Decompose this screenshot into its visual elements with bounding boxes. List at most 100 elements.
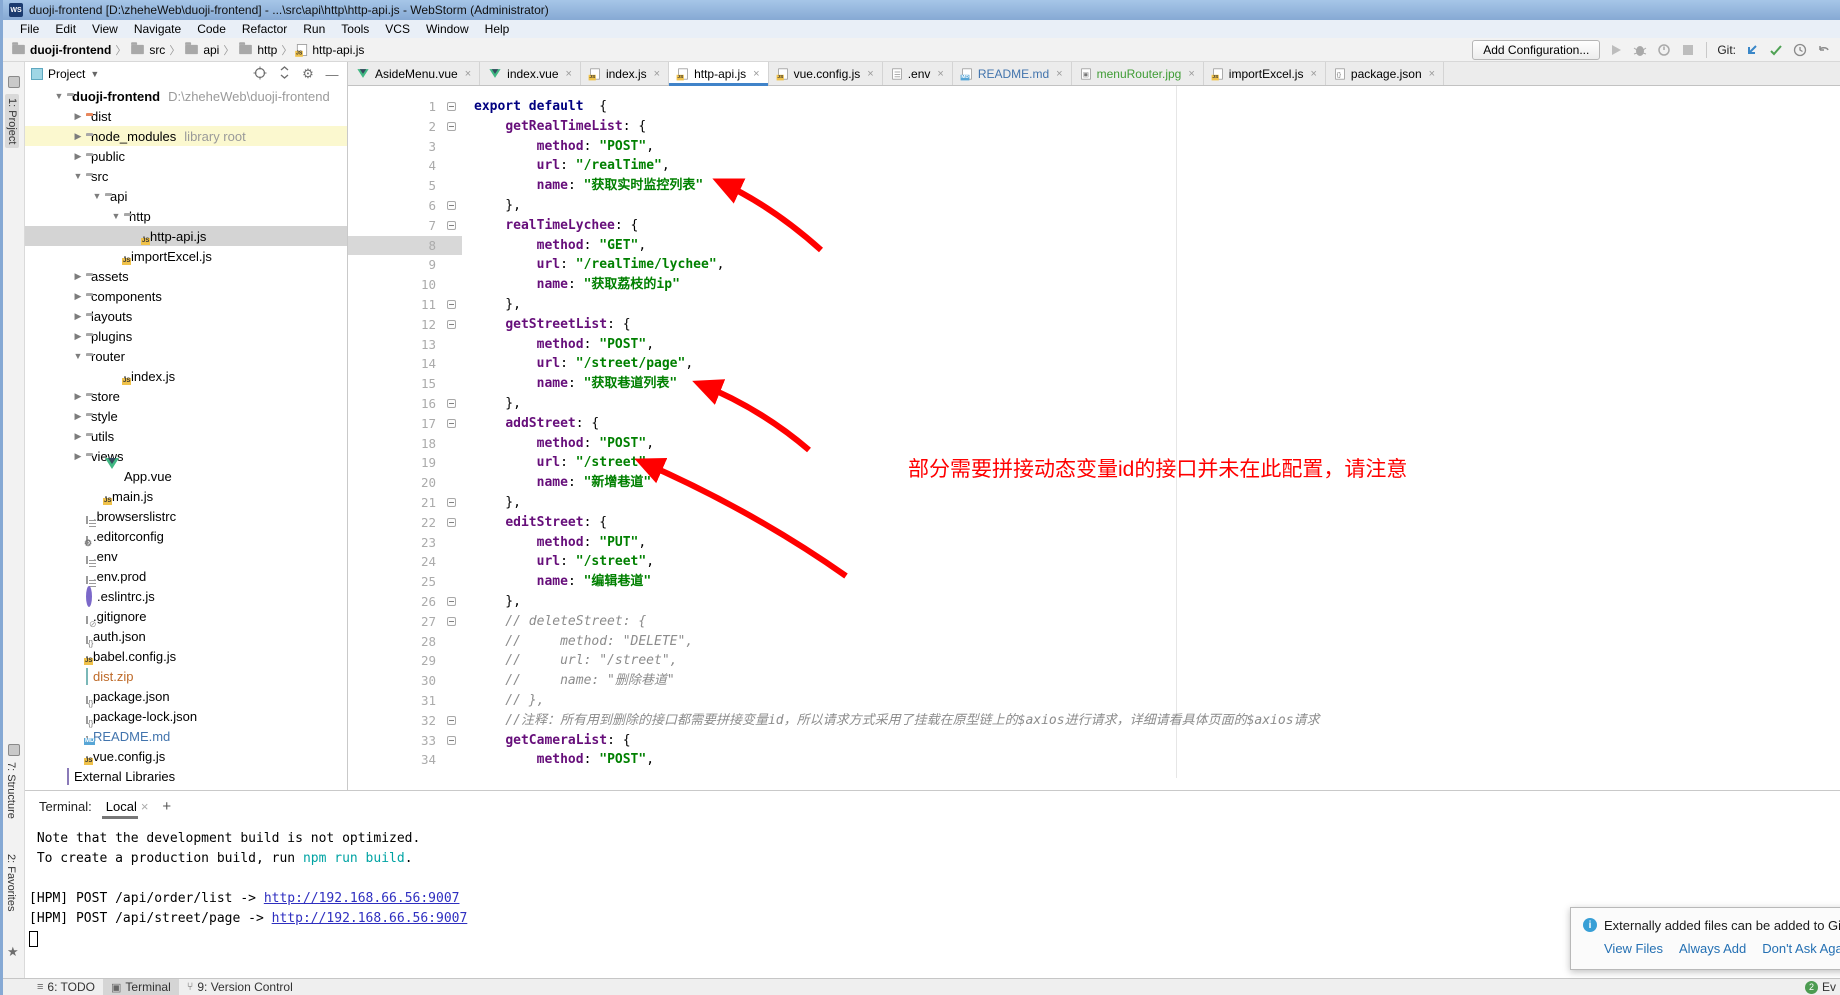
fold-marker-icon[interactable] <box>447 419 456 428</box>
tree-item-views[interactable]: ▶views <box>25 446 347 466</box>
close-tab-icon[interactable]: × <box>1310 68 1316 80</box>
menu-item-navigate[interactable]: Navigate <box>127 21 188 37</box>
event-log-label[interactable]: Ev <box>1822 980 1836 994</box>
statusbar-item-terminal[interactable]: ▣Terminal <box>103 979 179 995</box>
chevron-collapsed-icon[interactable]: ▶ <box>70 291 86 302</box>
editor-tab-README.md[interactable]: MDREADME.md× <box>953 62 1072 85</box>
chevron-expanded-icon[interactable]: ▼ <box>51 91 67 101</box>
tree-item-node_modules[interactable]: ▶node_moduleslibrary root <box>25 126 347 146</box>
fold-marker-icon[interactable] <box>447 498 456 507</box>
notification-action-always-add[interactable]: Always Add <box>1679 941 1746 956</box>
chevron-collapsed-icon[interactable]: ▶ <box>70 411 86 422</box>
menu-item-tools[interactable]: Tools <box>334 21 376 37</box>
tree-item-utils[interactable]: ▶utils <box>25 426 347 446</box>
tree-item-auth.json[interactable]: {}auth.json <box>25 626 347 646</box>
new-terminal-session-button[interactable]: + <box>162 798 171 815</box>
editor-tab-package.json[interactable]: {}package.json× <box>1326 62 1444 85</box>
fold-marker-icon[interactable] <box>447 736 456 745</box>
menu-item-view[interactable]: View <box>85 21 125 37</box>
terminal-cursor[interactable] <box>29 931 38 947</box>
history-icon[interactable] <box>1792 42 1808 58</box>
terminal-link[interactable]: http://192.168.66.56:9007 <box>264 891 460 906</box>
git-commit-icon[interactable] <box>1768 42 1784 58</box>
fold-marker-icon[interactable] <box>447 102 456 111</box>
tree-item-assets[interactable]: ▶assets <box>25 266 347 286</box>
run-icon[interactable] <box>1608 42 1624 58</box>
stripe-tab-project[interactable]: 1: Project <box>5 94 19 148</box>
fold-marker-icon[interactable] <box>447 716 456 725</box>
breadcrumb-item-duoji-frontend[interactable]: duoji-frontend <box>11 43 111 57</box>
hide-tool-window-icon[interactable]: — <box>323 67 341 82</box>
stripe-tab-structure[interactable]: 7: Structure <box>5 762 17 819</box>
chevron-expanded-icon[interactable]: ▼ <box>70 351 86 361</box>
terminal-link[interactable]: http://192.168.66.56:9007 <box>272 911 468 926</box>
debug-icon[interactable] <box>1632 42 1648 58</box>
fold-marker-icon[interactable] <box>447 221 456 230</box>
tree-item-.env.prod[interactable]: .env.prod <box>25 566 347 586</box>
editor-tab-index.js[interactable]: JSindex.js× <box>581 62 669 85</box>
tree-item-main.js[interactable]: JSmain.js <box>25 486 347 506</box>
chevron-collapsed-icon[interactable]: ▶ <box>70 391 86 402</box>
close-tab-icon[interactable]: × <box>1429 68 1435 80</box>
tree-item-store[interactable]: ▶store <box>25 386 347 406</box>
tree-item-http-api.js[interactable]: JShttp-api.js <box>25 226 347 246</box>
git-update-icon[interactable] <box>1744 42 1760 58</box>
tree-item-.editorconfig[interactable]: ⚙.editorconfig <box>25 526 347 546</box>
close-tab-icon[interactable]: × <box>465 68 471 80</box>
tree-item-public[interactable]: ▶public <box>25 146 347 166</box>
tree-item-External Libraries[interactable]: External Libraries <box>25 766 347 786</box>
breadcrumb-item-src[interactable]: src <box>130 43 165 57</box>
close-tab-icon[interactable]: × <box>1056 68 1062 80</box>
editor-tab-index.vue[interactable]: index.vue× <box>480 62 581 85</box>
close-tab-icon[interactable]: × <box>937 68 943 80</box>
menu-item-refactor[interactable]: Refactor <box>235 21 294 37</box>
editor-tab-http-api.js[interactable]: JShttp-api.js× <box>669 62 768 85</box>
breadcrumb-item-http-api.js[interactable]: JShttp-api.js <box>296 43 364 57</box>
tree-item-layouts[interactable]: ▶layouts <box>25 306 347 326</box>
menu-item-run[interactable]: Run <box>296 21 332 37</box>
tree-item-.env[interactable]: .env <box>25 546 347 566</box>
chevron-collapsed-icon[interactable]: ▶ <box>70 431 86 442</box>
tree-item-components[interactable]: ▶components <box>25 286 347 306</box>
fold-marker-icon[interactable] <box>447 320 456 329</box>
tree-item-dist.zip[interactable]: dist.zip <box>25 666 347 686</box>
close-icon[interactable]: × <box>141 799 149 814</box>
editor-tab-importExcel.js[interactable]: JSimportExcel.js× <box>1204 62 1326 85</box>
editor-tab-.env[interactable]: .env× <box>883 62 953 85</box>
tree-item-index.js[interactable]: JSindex.js <box>25 366 347 386</box>
add-configuration-button[interactable]: Add Configuration... <box>1472 40 1600 60</box>
tree-item-style[interactable]: ▶style <box>25 406 347 426</box>
gear-icon[interactable]: ⚙ <box>299 66 317 82</box>
tree-item-babel.config.js[interactable]: JSbabel.config.js <box>25 646 347 666</box>
tree-item-App.vue[interactable]: App.vue <box>25 466 347 486</box>
fold-marker-icon[interactable] <box>447 122 456 131</box>
breadcrumb-item-api[interactable]: api <box>184 43 219 57</box>
tree-item-api[interactable]: ▼api <box>25 186 347 206</box>
favorites-star-icon[interactable]: ★ <box>7 944 19 960</box>
editor-tab-vue.config.js[interactable]: JSvue.config.js× <box>769 62 883 85</box>
notification-action-don-t-ask-agai[interactable]: Don't Ask Agai <box>1762 941 1840 956</box>
close-tab-icon[interactable]: × <box>867 68 873 80</box>
breadcrumb-item-http[interactable]: http <box>238 43 277 57</box>
chevron-collapsed-icon[interactable]: ▶ <box>70 111 86 122</box>
close-tab-icon[interactable]: × <box>566 68 572 80</box>
chevron-collapsed-icon[interactable]: ▶ <box>70 311 86 322</box>
notification-action-view-files[interactable]: View Files <box>1604 941 1663 956</box>
close-tab-icon[interactable]: × <box>1188 68 1194 80</box>
chevron-collapsed-icon[interactable]: ▶ <box>70 271 86 282</box>
menu-item-window[interactable]: Window <box>419 21 476 37</box>
revert-icon[interactable] <box>1816 42 1832 58</box>
tree-item-plugins[interactable]: ▶plugins <box>25 326 347 346</box>
fold-marker-icon[interactable] <box>447 399 456 408</box>
tree-item-vue.config.js[interactable]: JSvue.config.js <box>25 746 347 766</box>
editor-pane[interactable]: 1export default {2 getRealTimeList: {3 m… <box>348 86 1840 790</box>
chevron-expanded-icon[interactable]: ▼ <box>89 191 105 201</box>
tree-item-src[interactable]: ▼src <box>25 166 347 186</box>
locate-file-icon[interactable] <box>251 66 269 83</box>
editor-tab-menuRouter.jpg[interactable]: ▣menuRouter.jpg× <box>1072 62 1204 85</box>
chevron-expanded-icon[interactable]: ▼ <box>70 171 86 181</box>
menu-item-file[interactable]: File <box>13 21 46 37</box>
tree-item-README.md[interactable]: MDREADME.md <box>25 726 347 746</box>
run-with-coverage-icon[interactable] <box>1656 42 1672 58</box>
tree-item-duoji-frontend[interactable]: ▼duoji-frontendD:\zheheWeb\duoji-fronten… <box>25 86 347 106</box>
